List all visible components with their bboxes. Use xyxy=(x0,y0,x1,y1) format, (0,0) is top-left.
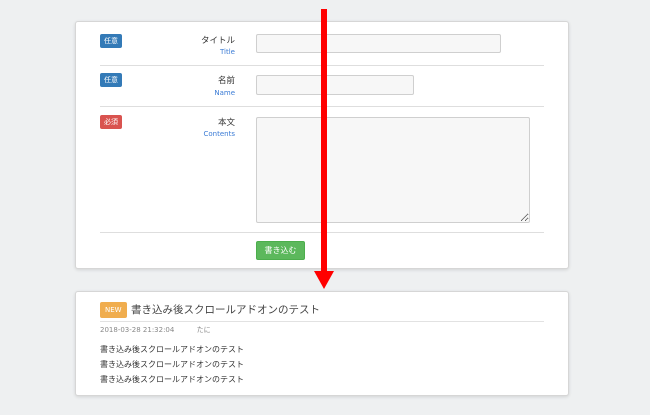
arrow-head xyxy=(314,271,334,289)
submit-button[interactable]: 書き込む xyxy=(256,241,305,260)
optional-badge: 任意 xyxy=(100,73,122,87)
post-line: 書き込み後スクロールアドオンのテスト xyxy=(100,375,244,384)
required-badge: 必須 xyxy=(100,115,122,129)
divider xyxy=(100,106,544,107)
post-author: たに xyxy=(196,326,211,334)
post-line: 書き込み後スクロールアドオンのテスト xyxy=(100,360,244,369)
divider xyxy=(100,65,544,66)
contents-textarea[interactable] xyxy=(256,117,530,223)
divider xyxy=(100,321,544,322)
title-input[interactable] xyxy=(256,34,501,53)
title-label-en: Title xyxy=(219,48,235,56)
optional-badge: 任意 xyxy=(100,34,122,48)
name-label: 名前 xyxy=(217,76,235,86)
name-label-en: Name xyxy=(214,89,235,97)
post-body: 書き込み後スクロールアドオンのテスト 書き込み後スクロールアドオンのテスト 書き… xyxy=(100,342,244,387)
post-card: NEW 書き込み後スクロールアドオンのテスト 2018-03-28 21:32:… xyxy=(75,291,569,396)
post-meta: 2018-03-28 21:32:04 たに xyxy=(100,325,231,335)
post-title: 書き込み後スクロールアドオンのテスト xyxy=(131,304,320,316)
title-label: タイトル xyxy=(200,36,235,46)
contents-label-en: Contents xyxy=(203,130,236,138)
contents-label: 本文 xyxy=(217,118,235,128)
name-input[interactable] xyxy=(256,75,414,95)
divider xyxy=(100,232,544,233)
post-form-card: 任意 タイトル Title 任意 名前 Name 必須 本文 Contents … xyxy=(75,21,569,269)
new-badge: NEW xyxy=(100,302,127,318)
post-date: 2018-03-28 21:32:04 xyxy=(100,326,175,334)
post-line: 書き込み後スクロールアドオンのテスト xyxy=(100,345,244,354)
